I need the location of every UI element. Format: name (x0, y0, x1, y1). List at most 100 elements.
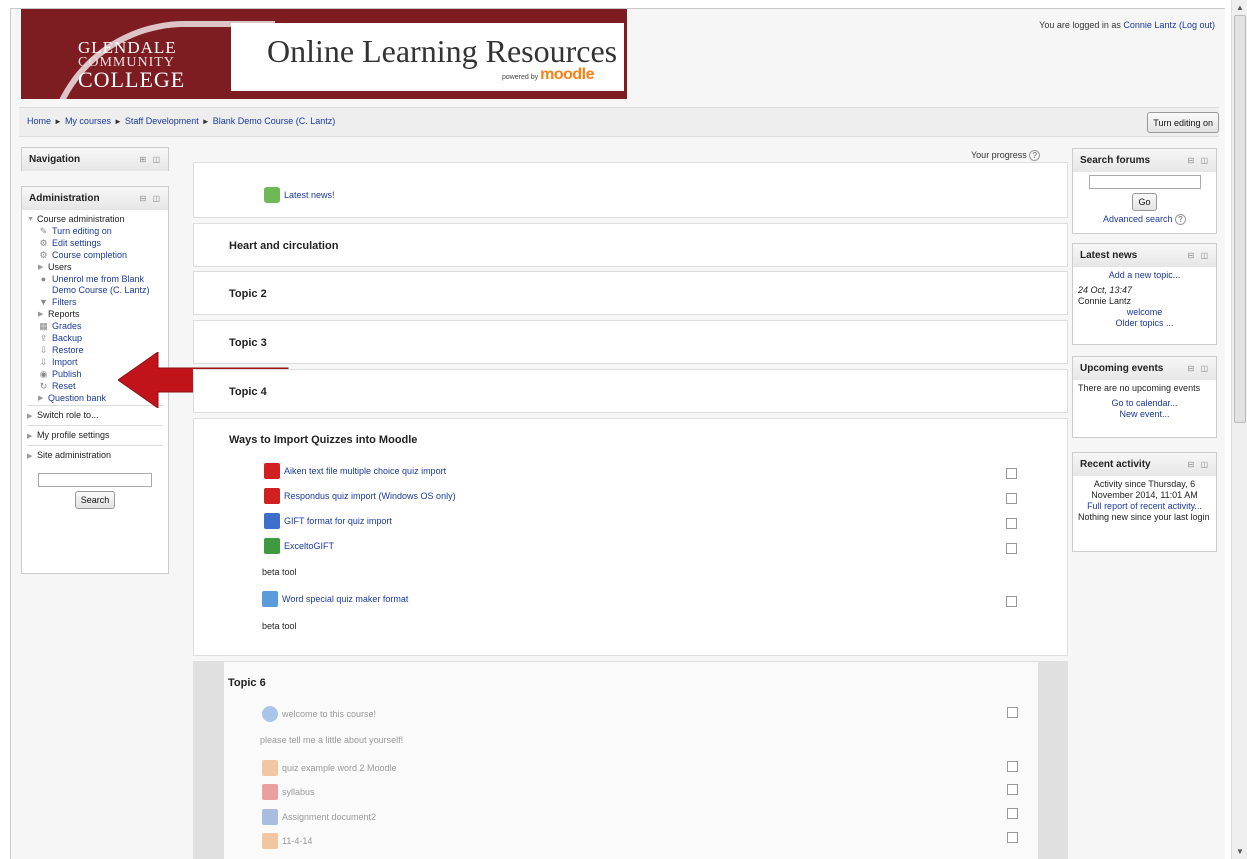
vertical-scrollbar[interactable]: ▲ ▼ (1231, 0, 1247, 859)
activity-link[interactable]: Assignment document2 (282, 812, 376, 822)
completion-checkbox[interactable] (1006, 468, 1017, 479)
block-controls-icon[interactable]: ⊟ ◫ (1188, 156, 1210, 165)
news-post-link[interactable]: welcome (1127, 307, 1163, 317)
breadcrumb-my-courses[interactable]: My courses (65, 116, 111, 126)
admin-item-course-completion[interactable]: ⚙ Course completion (27, 250, 163, 261)
search-forums-input[interactable] (1088, 175, 1201, 189)
new-event-link[interactable]: New event... (1119, 409, 1169, 419)
admin-search-input[interactable] (38, 473, 152, 487)
scroll-up-icon[interactable]: ▲ (1236, 3, 1244, 12)
completion-checkbox[interactable] (1006, 596, 1017, 607)
admin-item-label[interactable]: Backup (52, 333, 82, 344)
activity-quiz-example[interactable]: quiz example word 2 Moodle (262, 760, 397, 776)
go-to-calendar-link[interactable]: Go to calendar... (1111, 398, 1177, 408)
block-controls-icon[interactable]: ⊟ ◫ (1188, 251, 1210, 260)
go-button[interactable]: Go (1132, 192, 1157, 211)
admin-item-grades[interactable]: ▦ Grades (27, 321, 163, 332)
filter-icon: ▼ (39, 297, 48, 307)
older-topics-link[interactable]: Older topics ... (1115, 318, 1173, 328)
quiz-icon (262, 760, 278, 776)
scrollbar-thumb[interactable] (1234, 15, 1246, 423)
block-controls-icon[interactable]: ⊟ ◫ (1188, 364, 1210, 373)
chat-icon (262, 706, 278, 722)
admin-item-label[interactable]: Question bank (48, 393, 106, 404)
admin-item-reports[interactable]: ▶ Reports (27, 309, 163, 320)
completion-checkbox[interactable] (1007, 761, 1018, 772)
scroll-down-icon[interactable]: ▼ (1236, 847, 1244, 856)
upcoming-events-body: There are no upcoming events Go to calen… (1073, 380, 1216, 423)
activity-respondus[interactable]: Respondus quiz import (Windows OS only) (264, 488, 456, 504)
admin-item-users[interactable]: ▶ Users (27, 262, 163, 273)
activity-link[interactable]: GIFT format for quiz import (284, 516, 392, 526)
turn-editing-on-button[interactable]: Turn editing on (1147, 112, 1219, 133)
activity-link[interactable]: Aiken text file multiple choice quiz imp… (284, 466, 446, 476)
logout-link[interactable]: (Log out) (1179, 20, 1215, 30)
activity-word-folder[interactable]: Word special quiz maker format (262, 591, 408, 607)
completion-checkbox[interactable] (1007, 784, 1018, 795)
activity-latest-news[interactable]: Latest news! (264, 187, 335, 203)
admin-item-turn-editing[interactable]: ✎ Turn editing on (27, 226, 163, 237)
breadcrumb-course[interactable]: Blank Demo Course (C. Lantz) (213, 116, 336, 126)
activity-assignment-document2[interactable]: Assignment document2 (262, 809, 376, 825)
breadcrumb-separator: ► (201, 117, 210, 126)
activity-aiken[interactable]: Aiken text file multiple choice quiz imp… (264, 463, 446, 479)
course-administration-node[interactable]: ▼ Course administration (27, 214, 163, 225)
activity-link[interactable]: ExceltoGIFT (284, 541, 334, 551)
admin-item-label[interactable]: Grades (52, 321, 82, 332)
admin-item-label[interactable]: Unenrol me from Blank Demo Course (C. La… (52, 274, 163, 296)
activity-link[interactable]: Respondus quiz import (Windows OS only) (284, 491, 456, 501)
activity-link[interactable]: quiz example word 2 Moodle (282, 763, 397, 773)
site-banner[interactable]: GLENDALE COMMUNITY COLLEGE Online Learni… (21, 9, 627, 99)
advanced-search-link[interactable]: Advanced search (1103, 214, 1173, 224)
admin-item-edit-settings[interactable]: ⚙ Edit settings (27, 238, 163, 249)
block-controls-icon[interactable]: ⊟ ◫ (1188, 460, 1210, 469)
admin-item-label[interactable]: Publish (52, 369, 82, 380)
switch-role-node[interactable]: ▶ Switch role to... (27, 405, 163, 425)
completion-checkbox[interactable] (1006, 493, 1017, 504)
completion-checkbox[interactable] (1007, 707, 1018, 718)
activity-link[interactable]: 11-4-14 (282, 836, 312, 846)
block-controls-icon[interactable]: ⊟ ◫ (140, 194, 162, 203)
activity-11-4-14[interactable]: 11-4-14 (262, 833, 312, 849)
admin-item-label[interactable]: Course completion (52, 250, 127, 261)
help-icon[interactable]: ? (1175, 213, 1187, 225)
latest-news-link[interactable]: Latest news! (284, 190, 335, 200)
help-icon[interactable]: ? (1029, 150, 1041, 161)
section-2: Topic 2 (193, 271, 1068, 315)
completion-checkbox[interactable] (1007, 832, 1018, 843)
completion-checkbox[interactable] (1006, 518, 1017, 529)
activity-link[interactable]: Word special quiz maker format (282, 594, 408, 604)
activity-link[interactable]: syllabus (282, 787, 315, 797)
activity-gift[interactable]: GIFT format for quiz import (264, 513, 392, 529)
admin-item-filters[interactable]: ▼ Filters (27, 297, 163, 308)
completion-checkbox[interactable] (1006, 543, 1017, 554)
my-profile-settings-node[interactable]: ▶ My profile settings (27, 425, 163, 445)
site-administration-node[interactable]: ▶ Site administration (27, 445, 163, 465)
admin-item-label[interactable]: Filters (52, 297, 77, 308)
user-name-link[interactable]: Connie Lantz (1123, 20, 1176, 30)
administration-header[interactable]: Administration ⊟ ◫ (22, 187, 168, 210)
activity-link[interactable]: welcome to this course! (282, 709, 376, 719)
recent-activity-header[interactable]: Recent activity ⊟ ◫ (1073, 453, 1216, 476)
admin-item-unenrol[interactable]: ● Unenrol me from Blank Demo Course (C. L… (27, 274, 163, 296)
upcoming-events-header[interactable]: Upcoming events ⊟ ◫ (1073, 357, 1216, 380)
admin-item-label[interactable]: Edit settings (52, 238, 101, 249)
activity-welcome[interactable]: welcome to this course! (262, 706, 376, 722)
completion-checkbox[interactable] (1007, 808, 1018, 819)
activity-exceltogift[interactable]: ExceltoGIFT (264, 538, 334, 554)
latest-news-header[interactable]: Latest news ⊟ ◫ (1073, 244, 1216, 267)
admin-item-label[interactable]: Restore (52, 345, 84, 356)
full-report-link[interactable]: Full report of recent activity... (1087, 501, 1202, 511)
search-forums-header[interactable]: Search forums ⊟ ◫ (1073, 149, 1216, 172)
admin-item-label[interactable]: Turn editing on (52, 226, 112, 237)
activity-syllabus[interactable]: syllabus (262, 784, 315, 800)
admin-item-label[interactable]: Import (52, 357, 78, 368)
admin-item-label[interactable]: Reset (52, 381, 76, 392)
admin-search-button[interactable]: Search (74, 490, 116, 509)
block-controls-icon[interactable]: ⊞ ◫ (140, 155, 162, 164)
admin-item-backup[interactable]: ⇪ Backup (27, 333, 163, 344)
breadcrumb-home[interactable]: Home (27, 116, 51, 126)
navigation-header[interactable]: Navigation ⊞ ◫ (22, 148, 168, 171)
add-new-topic-link[interactable]: Add a new topic... (1109, 270, 1181, 280)
breadcrumb-staff-development[interactable]: Staff Development (125, 116, 199, 126)
